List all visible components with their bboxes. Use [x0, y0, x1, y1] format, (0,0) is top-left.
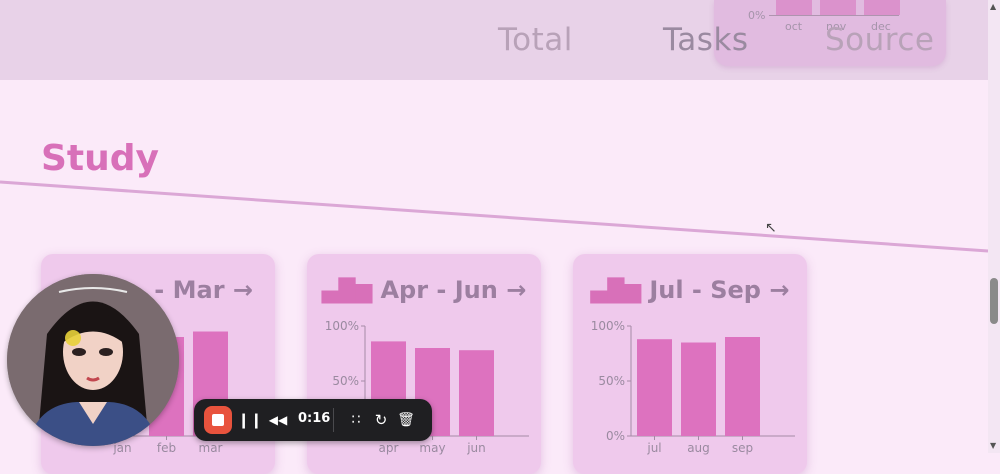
vertical-scrollbar[interactable]: ▲ ▼ — [988, 0, 1000, 453]
card-title[interactable]: ▄█▆ Apr - Jun → — [307, 276, 541, 304]
bar-dec — [864, 0, 900, 15]
card-title[interactable]: ▄█▆ Jul - Sep → — [573, 276, 807, 304]
grid-icon: ∷ — [351, 412, 361, 428]
top-band: 0% oct nov dec Total Tasks Source — [0, 0, 988, 80]
scroll-down-icon[interactable]: ▼ — [990, 441, 996, 450]
quarter-card-jul-sep[interactable]: ▄█▆ Jul - Sep → 100% 50% 0% jul aug sep — [573, 254, 807, 474]
mouse-cursor-icon: ↖ — [765, 220, 777, 236]
restart-button[interactable]: ↻ — [367, 406, 395, 434]
rewind-icon: ◀◀ — [268, 413, 288, 427]
webcam-overlay[interactable] — [7, 274, 179, 446]
chart-apr-jun: 100%50%0%aprmayjun — [325, 319, 529, 455]
stop-record-button[interactable] — [204, 406, 232, 434]
rewind-button[interactable]: ◀◀ — [264, 406, 292, 434]
quarter-card-apr-jun[interactable]: ▄█▆Apr - Jun → 100%50%0%aprmayjun — [307, 254, 541, 474]
bar-chart-icon: ▄█▆ — [590, 279, 642, 304]
restart-icon: ↻ — [374, 411, 388, 429]
stop-icon — [212, 414, 224, 426]
pause-button[interactable]: ❙❙ — [236, 406, 264, 434]
scrollbar-thumb[interactable] — [990, 278, 998, 324]
bar-aug — [681, 342, 716, 436]
nav-source[interactable]: Source — [825, 22, 934, 58]
pause-icon: ❙❙ — [237, 411, 263, 429]
recording-time: 0:16 — [298, 411, 331, 426]
recorder-toolbar: ❙❙ ◀◀ 0:16 ∷ ↻ 🗑 — [194, 399, 432, 441]
bar-jul — [637, 339, 672, 436]
bar-oct — [776, 0, 812, 15]
grid-button[interactable]: ∷ — [342, 406, 370, 434]
y-tick-0: 0% — [748, 9, 766, 22]
toolbar-divider — [333, 408, 334, 432]
bar-nov — [820, 0, 856, 15]
y-tick-label: 100% — [591, 319, 625, 333]
y-tick-label: 0% — [606, 429, 625, 443]
avatar-illustration — [7, 274, 179, 446]
delete-button[interactable]: 🗑 — [392, 406, 420, 434]
bar-sep — [725, 337, 760, 436]
bar-chart-icon: ▄█▆ — [321, 279, 373, 304]
bar-jun — [459, 350, 494, 436]
y-tick-label: 50% — [332, 374, 359, 388]
y-tick-label: 100% — [325, 319, 359, 333]
x-axis — [769, 15, 899, 16]
scroll-up-icon[interactable]: ▲ — [990, 2, 996, 11]
x-tick-oct: oct — [785, 20, 803, 33]
section-title: Study — [41, 138, 160, 179]
nav-tasks[interactable]: Tasks — [663, 22, 749, 58]
trash-icon: 🗑 — [397, 412, 415, 428]
chart-jul-sep: 100%50%0%jul aug sep — [591, 319, 795, 455]
y-tick-label: 50% — [598, 374, 625, 388]
nav-total[interactable]: Total — [498, 22, 573, 58]
